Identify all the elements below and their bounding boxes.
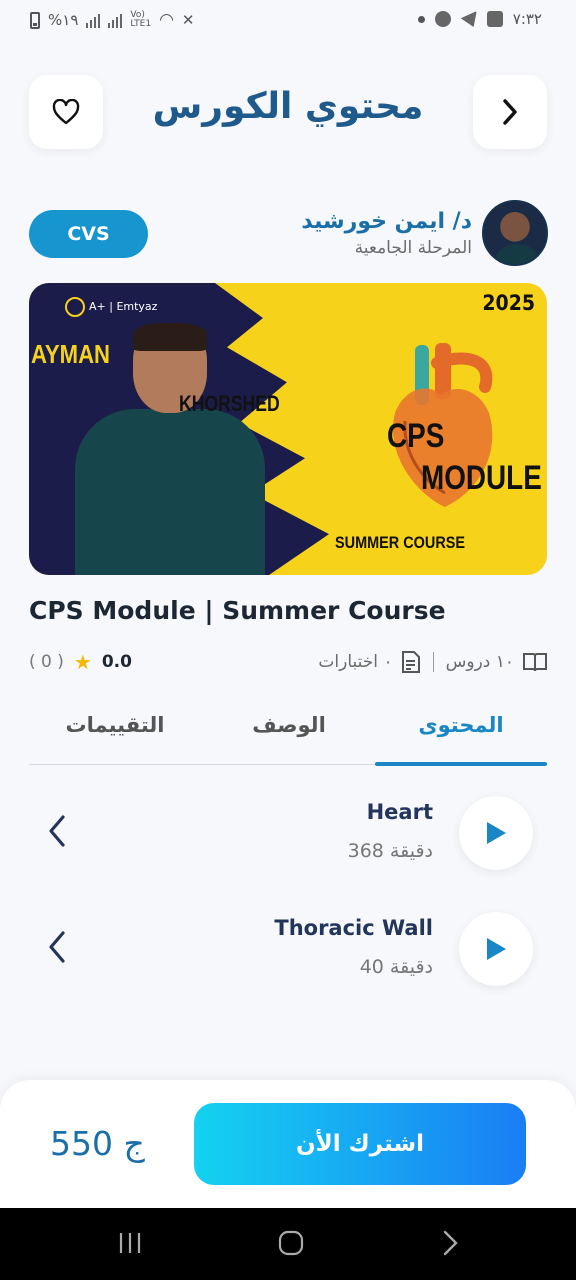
instructor-stage: المرحلة الجامعية (354, 237, 472, 258)
back-button[interactable] (473, 75, 547, 149)
rating-count: ( 0 ) (29, 652, 64, 672)
subscribe-button[interactable]: اشترك الأن (194, 1103, 526, 1185)
status-right: ٧:٣٢ (417, 10, 542, 28)
counts-divider (432, 652, 434, 672)
banner-last-name: KHORSHED (179, 391, 280, 416)
lessons-count: ١٠ دروس (445, 652, 514, 672)
chevron-right-icon (503, 99, 517, 125)
lesson-name: Heart (366, 800, 433, 824)
purchase-bar: 550 ج اشترك الأن (0, 1080, 576, 1208)
back-nav-icon[interactable] (442, 1230, 460, 1256)
lesson-name: Thoracic Wall (274, 916, 433, 940)
lesson-item[interactable]: Heart 368 دقيقة (29, 796, 547, 886)
status-bar: %١٩ Vo) LTE1 ◠ ✕ ٧:٣٢ (0, 0, 576, 44)
course-tabs: المحتوى الوصف التقييمات (29, 705, 547, 766)
clock: ٧:٣٢ (512, 10, 542, 28)
gallery-icon (486, 11, 503, 27)
banner-subtitle: SUMMER COURSE (335, 533, 466, 552)
home-icon[interactable] (278, 1230, 304, 1256)
status-left: %١٩ Vo) LTE1 ◠ ✕ (30, 10, 195, 30)
banner-brand: A+ | Emtyaz (65, 297, 157, 317)
lte-icon: Vo) LTE1 (130, 10, 152, 29)
play-button[interactable] (459, 796, 533, 870)
play-button[interactable] (459, 912, 533, 986)
course-banner: A+ | Emtyaz AYMAN KHORSHED 2025 CPS MODU… (29, 283, 547, 575)
tab-content[interactable]: المحتوى (375, 713, 547, 737)
heart-icon (52, 99, 80, 125)
telegram-icon (460, 11, 477, 27)
play-icon (487, 938, 506, 960)
exam-document-icon (401, 651, 420, 673)
instructor-name: د/ ايمن خورشيد (301, 208, 472, 234)
lesson-duration: 40 دقيقة (359, 956, 433, 978)
tab-active-indicator (375, 762, 547, 766)
lesson-duration: 368 دقيقة (347, 840, 433, 862)
book-icon (523, 653, 547, 672)
course-counts: ٠ اختبارات ١٠ دروس (318, 650, 548, 674)
instructor-names: د/ ايمن خورشيد المرحلة الجامعية (301, 209, 472, 258)
banner-year: 2025 (482, 291, 535, 315)
page-title: محتوي الكورس (152, 86, 424, 127)
tab-reviews[interactable]: التقييمات (29, 713, 201, 737)
rating: ( 0 ) ★ 0.0 (29, 650, 132, 674)
person-body (75, 409, 265, 575)
dot-icon (417, 15, 425, 23)
system-nav-bar (0, 1208, 576, 1280)
instructor-photo (75, 323, 265, 575)
star-icon: ★ (73, 650, 92, 674)
rating-value: 0.0 (101, 652, 132, 672)
signal-2-icon (108, 12, 123, 28)
instructor-info[interactable]: د/ ايمن خورشيد المرحلة الجامعية (301, 200, 548, 266)
price: 550 ج (50, 1124, 145, 1163)
person-hair (133, 323, 207, 351)
battery-text: %١٩ (48, 11, 79, 29)
play-icon (487, 822, 506, 844)
tab-description[interactable]: الوصف (229, 713, 349, 737)
chevron-left-icon[interactable] (47, 930, 67, 964)
whatsapp-icon (434, 11, 451, 27)
chevron-left-icon[interactable] (47, 814, 67, 848)
banner-title-line1: CPS (387, 417, 445, 455)
category-badge[interactable]: CVS (29, 210, 148, 258)
banner-brand-text: A+ | Emtyaz (89, 300, 158, 313)
banner-title-line2: MODULE (421, 459, 542, 497)
avatar (482, 200, 548, 266)
exams-count: ٠ اختبارات (318, 652, 393, 672)
mute-icon: ✕ (181, 11, 195, 29)
course-title: CPS Module | Summer Course (29, 596, 446, 625)
signal-icon (86, 12, 101, 28)
wifi-icon: ◠ (159, 10, 174, 30)
battery-icon (30, 11, 40, 29)
recent-apps-icon[interactable] (118, 1230, 142, 1256)
brand-logo-icon (65, 297, 85, 317)
favorite-button[interactable] (29, 75, 103, 149)
lesson-item[interactable]: Thoracic Wall 40 دقيقة (29, 912, 547, 1002)
